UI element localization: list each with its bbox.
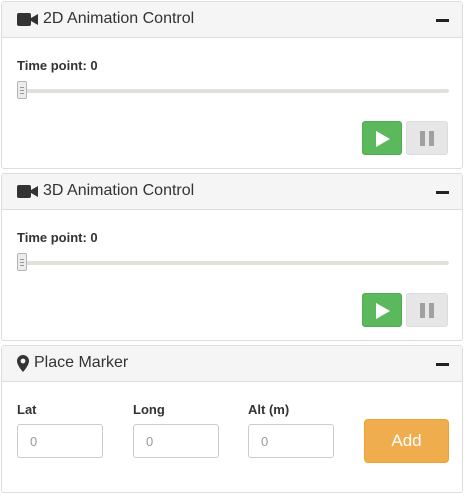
place-marker-panel: Place Marker Lat Long Alt (m) Add (1, 345, 463, 493)
collapse-minus-icon[interactable] (436, 191, 449, 194)
pause-button[interactable] (406, 121, 448, 155)
panel-heading: 2D Animation Control (2, 2, 462, 38)
play-icon (376, 131, 390, 147)
panel-title: 2D Animation Control (17, 10, 194, 28)
play-icon (376, 303, 390, 319)
long-label: Long (133, 402, 165, 417)
lat-label: Lat (17, 402, 37, 417)
collapse-minus-icon[interactable] (436, 363, 449, 366)
panel-title: 3D Animation Control (17, 182, 194, 200)
slider-track[interactable] (17, 89, 449, 93)
play-button[interactable] (362, 293, 402, 327)
time-slider[interactable] (17, 253, 449, 271)
long-input[interactable] (133, 424, 219, 458)
panel-heading: 3D Animation Control (2, 174, 462, 210)
panel-title-text: 3D Animation Control (43, 182, 195, 199)
video-camera-icon (17, 184, 38, 199)
panel-title-text: Place Marker (34, 354, 129, 371)
panel-heading: Place Marker (2, 346, 462, 382)
time-point-label: Time point: 0 (17, 230, 98, 245)
lat-input[interactable] (17, 424, 103, 458)
play-button[interactable] (362, 121, 402, 155)
slider-handle[interactable] (17, 253, 27, 271)
pause-button[interactable] (406, 293, 448, 327)
animation-2d-panel: 2D Animation Control Time point: 0 (1, 1, 463, 169)
panel-title-text: 2D Animation Control (43, 10, 195, 27)
map-pin-icon (17, 354, 29, 372)
time-point-label: Time point: 0 (17, 58, 98, 73)
alt-label: Alt (m) (248, 402, 290, 417)
slider-track[interactable] (17, 261, 449, 265)
collapse-minus-icon[interactable] (436, 19, 449, 22)
animation-3d-panel: 3D Animation Control Time point: 0 (1, 173, 463, 341)
slider-handle[interactable] (17, 81, 27, 99)
time-slider[interactable] (17, 81, 449, 99)
alt-input[interactable] (248, 424, 334, 458)
panel-title: Place Marker (17, 354, 128, 372)
video-camera-icon (17, 12, 38, 27)
add-marker-button[interactable]: Add (364, 419, 449, 463)
